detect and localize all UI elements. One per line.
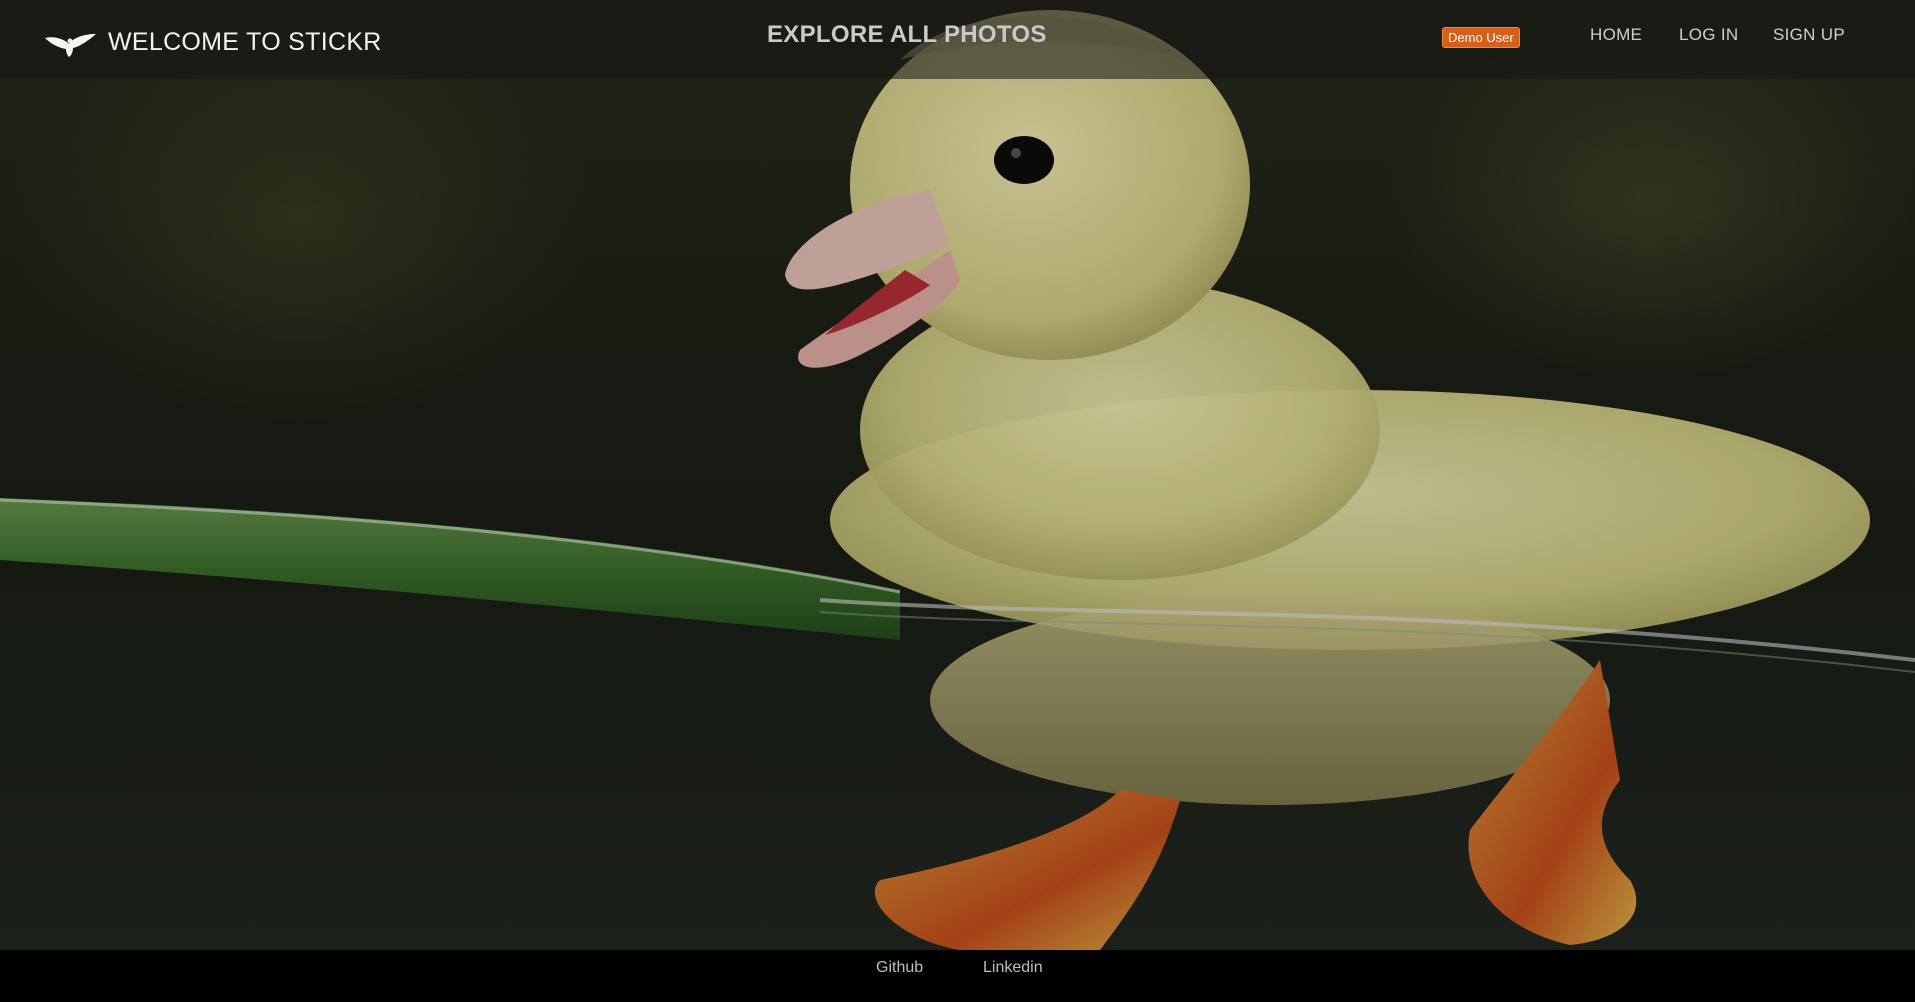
top-navbar: WELCOME TO STICKR EXPLORE ALL PHOTOS Dem… xyxy=(0,0,1915,79)
footer: Github Linkedin xyxy=(0,950,1915,1002)
brand-link[interactable]: WELCOME TO STICKR xyxy=(43,26,382,58)
nav-signup-link[interactable]: SIGN UP xyxy=(1773,25,1845,45)
bird-logo-icon xyxy=(45,34,96,57)
explore-all-photos-link[interactable]: EXPLORE ALL PHOTOS xyxy=(767,21,1047,49)
nav-login-link[interactable]: LOG IN xyxy=(1679,25,1738,45)
brand-title: WELCOME TO STICKR xyxy=(108,28,382,56)
hero-background-image xyxy=(0,0,1915,950)
demo-user-button[interactable]: Demo User xyxy=(1442,27,1520,48)
landing-page: WELCOME TO STICKR EXPLORE ALL PHOTOS Dem… xyxy=(0,0,1915,1002)
footer-github-link[interactable]: Github xyxy=(876,959,923,977)
footer-linkedin-link[interactable]: Linkedin xyxy=(983,959,1043,977)
nav-home-link[interactable]: HOME xyxy=(1590,25,1642,45)
hero-overlay xyxy=(0,0,1915,950)
